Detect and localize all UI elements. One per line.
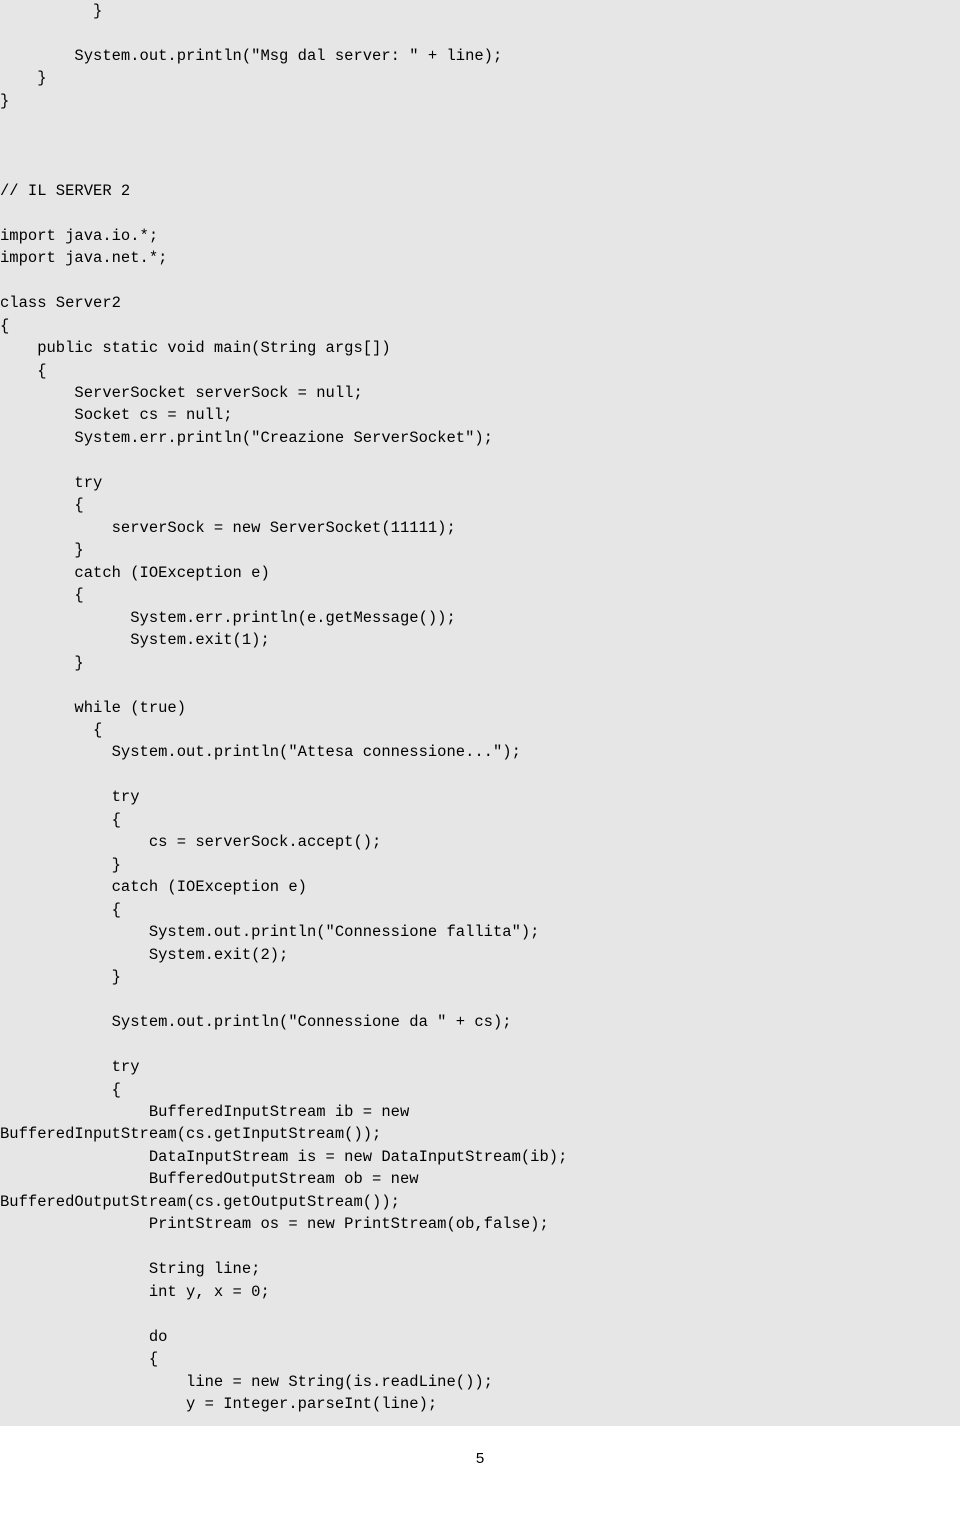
page-number: 5 [0, 1426, 960, 1467]
page-container: } System.out.println("Msg dal server: " … [0, 0, 960, 1517]
code-block: } System.out.println("Msg dal server: " … [0, 0, 960, 1426]
